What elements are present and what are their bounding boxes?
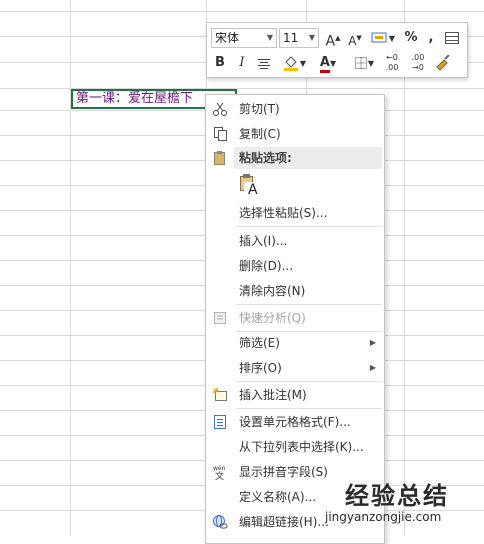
mini-toolbar: 宋体 ▼ 11 ▼ A▲ A▼ ▼ % , B I ▼ A▼ ▼ ←0 .00 …: [206, 22, 468, 78]
grow-font-label: A: [325, 33, 336, 50]
decrease-decimal-button[interactable]: .00 →0: [407, 53, 429, 73]
italic-button[interactable]: I: [235, 53, 249, 73]
menu-item-label: 插入(I)...: [239, 234, 288, 248]
paste-options-label: 粘贴选项:: [239, 151, 292, 165]
menu-item-label: 删除(D)...: [239, 259, 294, 273]
menu-item-label: 插入批注(M): [239, 388, 307, 402]
chevron-down-icon: ▼: [367, 59, 375, 68]
menu-item-quick-analysis[interactable]: 快速分析(Q): [206, 307, 384, 329]
watermark: 经验总结 jingyanzongjie.com: [325, 476, 484, 536]
chevron-down-icon: ▼: [388, 34, 396, 43]
paintbrush-icon: [436, 53, 450, 71]
svg-text:wén: wén: [213, 465, 226, 472]
menu-item-delete[interactable]: 删除(D)...: [206, 255, 384, 277]
font-name-value: 宋体: [215, 31, 240, 45]
increase-decimal-label: .00: [385, 63, 399, 72]
chevron-down-icon: ▼: [266, 33, 273, 42]
format-table-button[interactable]: [443, 28, 461, 48]
phonetic-guide-icon: wén 文: [213, 465, 226, 480]
font-size-combo[interactable]: 11 ▼: [279, 28, 319, 48]
copy-icon: [214, 127, 227, 141]
menu-item-pick-from-list[interactable]: 从下拉列表中选择(K)...: [206, 436, 384, 458]
submenu-arrow-icon: ▶: [369, 363, 376, 372]
menu-item-label: 显示拼音字段(S): [239, 465, 328, 479]
caret-up-icon: ▲: [335, 34, 341, 42]
format-cells-icon: [214, 415, 226, 429]
menu-item-paste-special[interactable]: 选择性粘贴(S)...: [206, 202, 384, 224]
menu-item-label: 排序(O): [239, 361, 282, 375]
align-center-button[interactable]: [255, 53, 273, 73]
borders-button[interactable]: ▼: [349, 53, 379, 73]
watermark-title: 经验总结: [345, 482, 449, 510]
menu-item-label: 编辑超链接(H)...: [239, 515, 329, 529]
font-color-button[interactable]: A▼: [313, 53, 343, 73]
menu-item-label: 快速分析(Q): [239, 311, 306, 325]
menu-item-format-cells[interactable]: 设置单元格格式(F)...: [206, 411, 384, 433]
menu-item-label: 从下拉列表中选择(K)...: [239, 440, 364, 454]
paste-glyph: A: [248, 182, 258, 198]
menu-item-copy[interactable]: 复制(C): [206, 123, 384, 145]
menu-item-label: 清除内容(N): [239, 284, 306, 298]
format-painter-button[interactable]: [433, 53, 453, 73]
decrease-decimal-label: .00: [411, 53, 425, 62]
menu-item-label: 筛选(E): [239, 336, 280, 350]
menu-separator: [236, 304, 382, 305]
menu-item-label: 复制(C): [239, 127, 281, 141]
paint-bucket-icon: [283, 55, 298, 71]
bold-button[interactable]: B: [213, 53, 227, 73]
menu-item-label: 选择性粘贴(S)...: [239, 206, 328, 220]
font-name-combo[interactable]: 宋体 ▼: [211, 28, 277, 48]
align-center-icon: [258, 58, 270, 69]
menu-separator: [236, 408, 382, 409]
menu-item-insert[interactable]: 插入(I)...: [206, 230, 384, 252]
menu-item-cut[interactable]: 剪切(T): [206, 98, 384, 120]
font-color-label: A: [319, 56, 330, 73]
menu-item-label: 剪切(T): [239, 102, 280, 116]
currency-format-icon: [371, 32, 387, 42]
scissors-icon: [213, 102, 227, 116]
menu-item-clear-contents[interactable]: 清除内容(N): [206, 280, 384, 302]
submenu-arrow-icon: ▶: [369, 338, 376, 347]
chevron-down-icon: ▼: [308, 33, 315, 42]
increase-decimal-icon: ←0: [386, 53, 398, 62]
hyperlink-globe-icon: [213, 515, 228, 529]
menu-item-filter[interactable]: 筛选(E) ▶: [206, 332, 384, 354]
menu-separator: [236, 381, 382, 382]
caret-down-icon: ▼: [356, 34, 362, 42]
borders-icon: [354, 56, 367, 69]
paste-button[interactable]: A: [238, 173, 260, 199]
menu-item-sort[interactable]: 排序(O) ▶: [206, 357, 384, 379]
menu-item-label: 设置单元格格式(F)...: [239, 415, 351, 429]
watermark-url: jingyanzongjie.com: [325, 510, 442, 524]
quick-analysis-icon: [214, 312, 226, 324]
fill-color-button[interactable]: ▼: [279, 53, 309, 73]
font-size-value: 11: [283, 31, 299, 45]
menu-separator: [236, 226, 382, 227]
paste-options-header: 粘贴选项:: [234, 147, 382, 169]
menu-item-label: 定义名称(A)...: [239, 490, 317, 504]
clipboard-icon: [214, 151, 225, 165]
svg-text:文: 文: [215, 470, 224, 480]
grow-font-button[interactable]: A▲: [325, 28, 341, 50]
increase-decimal-button[interactable]: ←0.00: [381, 53, 403, 73]
chevron-down-icon: ▼: [329, 59, 337, 68]
number-format-button[interactable]: ▼: [367, 28, 399, 48]
decrease-decimal-icon: →0: [412, 63, 424, 72]
menu-item-insert-comment[interactable]: 插入批注(M): [206, 384, 384, 406]
shrink-font-button[interactable]: A▼: [347, 28, 363, 48]
comma-button[interactable]: ,: [425, 28, 437, 48]
new-comment-icon: [213, 388, 227, 401]
chevron-down-icon: ▼: [299, 59, 307, 68]
percent-button[interactable]: %: [403, 28, 419, 48]
table-icon: [445, 31, 459, 44]
